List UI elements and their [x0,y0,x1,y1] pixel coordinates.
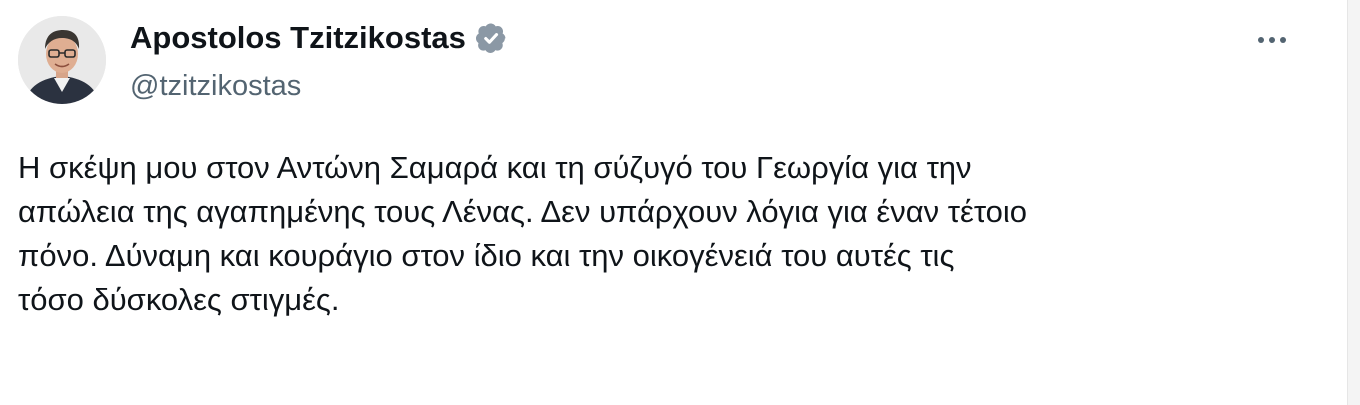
right-scroll-edge [1347,0,1360,405]
tweet-text-line: πόνο. Δύναμη και κουράγιο στον ίδιο και … [18,238,955,273]
tweet-text-line: Η σκέψη μου στον Αντώνη Σαμαρά και τη σύ… [18,150,972,185]
tweet-card: Apostolos Tzitzikostas @tzitzikostas Η σ… [0,0,1348,405]
more-options-button[interactable] [1252,28,1292,52]
verified-badge-icon[interactable] [474,21,508,55]
author-display-name[interactable]: Apostolos Tzitzikostas [130,18,466,58]
avatar-photo [18,16,106,104]
more-dot-icon [1280,37,1286,43]
more-dot-icon [1269,37,1275,43]
tweet-text: Η σκέψη μου στον Αντώνη Σαμαρά και τη σύ… [18,146,1318,322]
tweet-text-line: τόσο δύσκολες στιγμές. [18,282,340,317]
tweet-author: Apostolos Tzitzikostas @tzitzikostas [130,18,508,106]
author-name-row: Apostolos Tzitzikostas [130,18,508,58]
tweet-text-line: απώλεια της αγαπημένης τους Λένας. Δεν υ… [18,194,1028,229]
more-dot-icon [1258,37,1264,43]
author-handle[interactable]: @tzitzikostas [130,66,508,106]
avatar[interactable] [18,16,106,104]
